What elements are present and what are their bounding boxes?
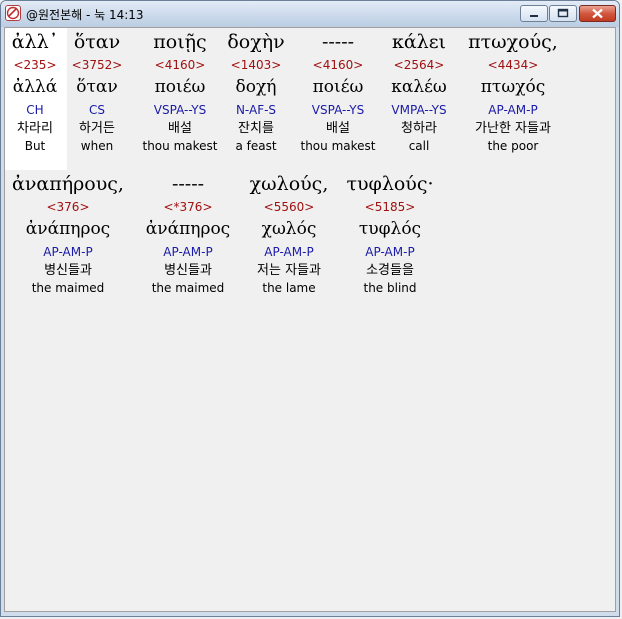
parsing-code: AP-AM-P (365, 245, 415, 259)
word-column[interactable]: ἀναπήρους, <376> ἀνάπηρος AP-AM-P 병신들과 t… (5, 170, 131, 297)
word-column[interactable]: ποιῇς <4160> ποιέω VSPA--YS 배설 thou make… (135, 28, 225, 155)
strong-number[interactable]: <4160> (295, 56, 381, 74)
english-gloss: the maimed (31, 281, 105, 295)
strong-number[interactable]: <4160> (135, 56, 225, 74)
app-logo-icon[interactable] (5, 5, 21, 21)
minimize-button[interactable] (520, 5, 548, 22)
word-column[interactable]: δοχὴν <1403> δοχή N-AF-S 잔치를 a feast (221, 28, 291, 155)
word-column[interactable]: ----- <*376> ἀνάπηρος AP-AM-P 병신들과 the m… (137, 170, 239, 297)
greek-word: ----- (171, 173, 205, 195)
greek-word: ὅταν (73, 31, 121, 53)
korean-gloss: 하거든 (79, 121, 115, 136)
maximize-button[interactable] (549, 5, 577, 22)
korean-gloss: 병신들과 (44, 263, 92, 278)
greek-word: τυφλούς· (346, 173, 434, 195)
korean-gloss: 소경들을 (366, 263, 414, 278)
korean-gloss: 저는 자들과 (257, 263, 321, 278)
close-button[interactable] (579, 5, 616, 22)
parsing-code: VMPA--YS (391, 103, 447, 117)
lemma-word: τυφλός (358, 219, 422, 239)
parsing-code: CH (26, 103, 44, 117)
strong-number[interactable]: <3752> (67, 56, 127, 74)
lemma-word: δοχή (235, 77, 277, 97)
app-window: @원전본해 - 눅 14:13 ἀλλ᾽ <235> ἀλλά CH 차라리 B… (0, 0, 620, 617)
greek-word: κάλει (391, 31, 447, 53)
word-column[interactable]: ὅταν <3752> ὅταν CS 하거든 when (67, 28, 127, 155)
lemma-word: ὅταν (76, 77, 118, 97)
korean-gloss: 병신들과 (164, 263, 212, 278)
korean-gloss: 배설 (326, 121, 350, 136)
word-column[interactable]: ἀλλ᾽ <235> ἀλλά CH 차라리 But (5, 28, 65, 155)
korean-gloss: 차라리 (17, 121, 53, 136)
lemma-word: ἀνάπηρος (145, 219, 231, 239)
strong-number[interactable]: <235> (5, 56, 65, 74)
lemma-word: ποιέω (154, 77, 206, 97)
korean-gloss: 배설 (168, 121, 192, 136)
greek-word: ----- (321, 31, 355, 53)
english-gloss: when (80, 139, 114, 153)
lemma-word: ποιέω (312, 77, 364, 97)
strong-number[interactable]: <4434> (461, 56, 565, 74)
word-column[interactable]: τυφλούς· <5185> τυφλός AP-AM-P 소경들을 the … (343, 170, 437, 297)
lemma-word: χωλός (261, 219, 317, 239)
lemma-word: ἀλλά (12, 77, 58, 97)
strong-number[interactable]: <*376> (137, 198, 239, 216)
strong-number[interactable]: <376> (5, 198, 131, 216)
greek-word: ποιῇς (153, 31, 207, 53)
english-gloss: thou makest (142, 139, 218, 153)
greek-word: ἀναπήρους, (12, 173, 124, 195)
parsing-code: AP-AM-P (43, 245, 93, 259)
parsing-code: AP-AM-P (264, 245, 314, 259)
greek-word: πτωχούς, (468, 31, 558, 53)
parsing-code: AP-AM-P (488, 103, 538, 117)
lemma-word: ἀνάπηρος (25, 219, 111, 239)
english-gloss: a feast (235, 139, 277, 153)
english-gloss: But (24, 139, 46, 153)
greek-word: ἀλλ᾽ (11, 31, 59, 53)
parsing-code: N-AF-S (235, 103, 277, 117)
english-gloss: the maimed (151, 281, 225, 295)
korean-gloss: 잔치를 (238, 121, 274, 136)
english-gloss: call (408, 139, 430, 153)
english-gloss: thou makest (300, 139, 376, 153)
korean-gloss: 청하라 (401, 121, 437, 136)
strong-number[interactable]: <1403> (221, 56, 291, 74)
strong-number[interactable]: <2564> (381, 56, 457, 74)
english-gloss: the poor (487, 139, 539, 153)
english-gloss: the lame (262, 281, 316, 295)
window-title: @원전본해 - 눅 14:13 (26, 8, 144, 22)
word-column[interactable]: κάλει <2564> καλέω VMPA--YS 청하라 call (381, 28, 457, 155)
korean-gloss: 가난한 자들과 (475, 121, 551, 136)
parsing-code: CS (89, 103, 105, 117)
word-column[interactable]: χωλούς, <5560> χωλός AP-AM-P 저는 자들과 the … (241, 170, 337, 297)
word-column[interactable]: πτωχούς, <4434> πτωχός AP-AM-P 가난한 자들과 t… (461, 28, 565, 155)
lemma-word: καλέω (391, 77, 447, 97)
parsing-code: VSPA--YS (311, 103, 365, 117)
title-bar[interactable]: @원전본해 - 눅 14:13 (1, 1, 619, 27)
lemma-word: πτωχός (480, 77, 546, 97)
greek-word: δοχὴν (227, 31, 285, 53)
word-column[interactable]: ----- <4160> ποιέω VSPA--YS 배설 thou make… (295, 28, 381, 155)
parsing-code: AP-AM-P (163, 245, 213, 259)
parsing-code: VSPA--YS (153, 103, 207, 117)
strong-number[interactable]: <5185> (343, 198, 437, 216)
interlinear-view[interactable]: ἀλλ᾽ <235> ἀλλά CH 차라리 But ὅταν <3752> ὅ… (4, 27, 616, 612)
english-gloss: the blind (363, 281, 417, 295)
greek-word: χωλούς, (249, 173, 329, 195)
strong-number[interactable]: <5560> (241, 198, 337, 216)
